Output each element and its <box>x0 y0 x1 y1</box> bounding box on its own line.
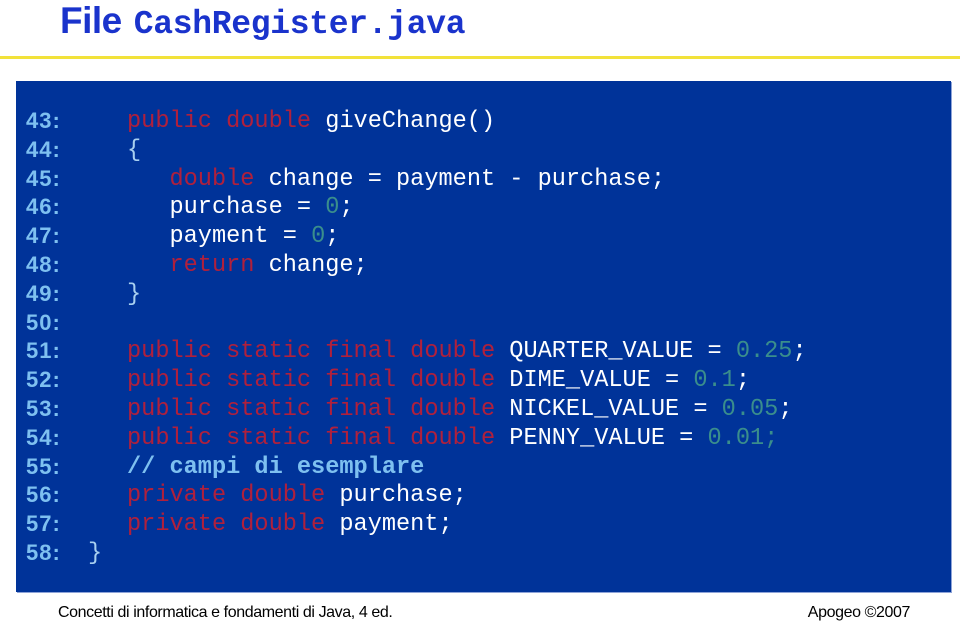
line-number: 46: <box>26 194 61 220</box>
line-number: 47: <box>26 223 61 249</box>
line-number: 44: <box>26 136 61 162</box>
code-text: public static final double NICKEL_VALUE … <box>127 396 792 423</box>
code-token: payment; <box>325 511 453 539</box>
title-filename: CashRegister.java <box>133 6 466 43</box>
code-text: public double giveChange() <box>127 108 495 135</box>
slide-title: File CashRegister.java <box>60 0 466 44</box>
number-literal: 0.1 <box>693 367 736 395</box>
brace-token: { <box>127 136 142 164</box>
code-token: ; <box>792 338 807 366</box>
code-text: // campi di esemplare <box>127 454 424 481</box>
code-line: 53: public static final double NICKEL_VAL… <box>16 396 951 425</box>
code-token: purchase; <box>325 482 467 510</box>
line-number: 53: <box>26 396 61 421</box>
code-line: 57: private double payment; <box>16 511 951 540</box>
code-token: change = payment - purchase; <box>254 165 666 193</box>
line-number: 50: <box>26 309 61 335</box>
code-text: public static final double DIME_VALUE = … <box>127 367 750 394</box>
code-token: PENNY_VALUE = <box>495 424 708 452</box>
code-line: 50: <box>16 310 951 339</box>
code-line: 54: public static final double PENNY_VALU… <box>16 425 951 454</box>
keyword-token: return <box>169 252 255 279</box>
number-literal: 0.01; <box>707 424 779 452</box>
comment-token: // campi di esemplare <box>127 453 425 481</box>
title-word: File <box>60 0 122 41</box>
code-text: private double payment; <box>127 511 453 538</box>
code-text: { <box>127 137 141 164</box>
code-token: purchase = <box>127 194 326 222</box>
code-text: public static final double PENNY_VALUE =… <box>127 425 778 452</box>
keyword-token: public static final double <box>127 424 496 452</box>
code-text: } <box>88 540 102 567</box>
keyword-token: public static final double <box>127 338 496 366</box>
code-token: ; <box>325 223 340 251</box>
line-number: 51: <box>26 338 61 364</box>
code-token: payment = <box>127 223 312 251</box>
code-text: purchase = 0; <box>127 194 354 222</box>
footer-book-title: Concetti di informatica e fondamenti di … <box>58 604 393 621</box>
code-token: DIME_VALUE = <box>495 367 694 395</box>
code-token: ; <box>735 367 751 395</box>
number-literal: 0 <box>325 194 340 222</box>
code-token: NICKEL_VALUE = <box>495 396 722 423</box>
brace-token: } <box>88 540 103 567</box>
line-number: 55: <box>26 453 61 479</box>
line-number: 48: <box>26 252 61 277</box>
code-line: 56: private double purchase; <box>16 482 951 511</box>
keyword-token: double <box>169 165 255 193</box>
code-text: return change; <box>127 252 368 279</box>
code-line: 49:} <box>16 281 951 310</box>
code-listing: 43: public double giveChange() 44: {45: dou… <box>16 81 951 592</box>
footer-copyright: Apogeo ©2007 <box>807 604 911 621</box>
title-divider <box>0 56 960 59</box>
code-token: change; <box>254 252 368 279</box>
line-number: 56: <box>26 482 61 508</box>
code-text: private double purchase; <box>127 482 467 509</box>
line-number: 49: <box>26 280 61 306</box>
code-text: } <box>127 281 141 308</box>
code-token: ; <box>778 396 793 423</box>
code-token: giveChange() <box>311 108 496 135</box>
code-line: 46: purchase = 0; <box>16 194 951 223</box>
code-text: public static final double QUARTER_VALUE… <box>127 338 807 365</box>
keyword-token: private double <box>127 511 326 539</box>
code-line: 43: public double giveChange() <box>16 108 951 137</box>
keyword-token: private double <box>127 482 326 510</box>
keyword-token: public double <box>127 108 312 135</box>
code-line: 58:} <box>16 540 951 569</box>
code-token: ; <box>339 194 354 222</box>
code-text: payment = 0; <box>127 223 339 250</box>
number-literal: 0.05 <box>721 396 779 423</box>
code-line: 47: payment = 0; <box>16 223 951 252</box>
code-line: 45: double change = payment - purchase; <box>16 166 951 195</box>
keyword-token: public static final double <box>127 367 496 395</box>
line-number: 43: <box>26 108 61 133</box>
code-line: 48: return change; <box>16 252 951 281</box>
code-text: double change = payment - purchase; <box>127 166 665 193</box>
number-literal: 0 <box>311 223 326 251</box>
number-literal: 0.25 <box>735 338 793 366</box>
keyword-token: public static final double <box>127 396 496 423</box>
code-line: 44: { <box>16 137 951 166</box>
line-number: 58: <box>26 540 61 565</box>
code-line: 52: public static final double DIME_VALUE… <box>16 367 951 396</box>
code-line: 55: // campi di esemplare <box>16 454 951 483</box>
code-token: QUARTER_VALUE = <box>495 338 736 366</box>
brace-token: } <box>127 280 142 308</box>
line-number: 52: <box>26 367 61 393</box>
line-number: 54: <box>26 424 61 450</box>
line-number: 57: <box>26 511 61 537</box>
line-number: 45: <box>26 165 61 191</box>
code-line: 51: public static final double QUARTER_VA… <box>16 338 951 367</box>
